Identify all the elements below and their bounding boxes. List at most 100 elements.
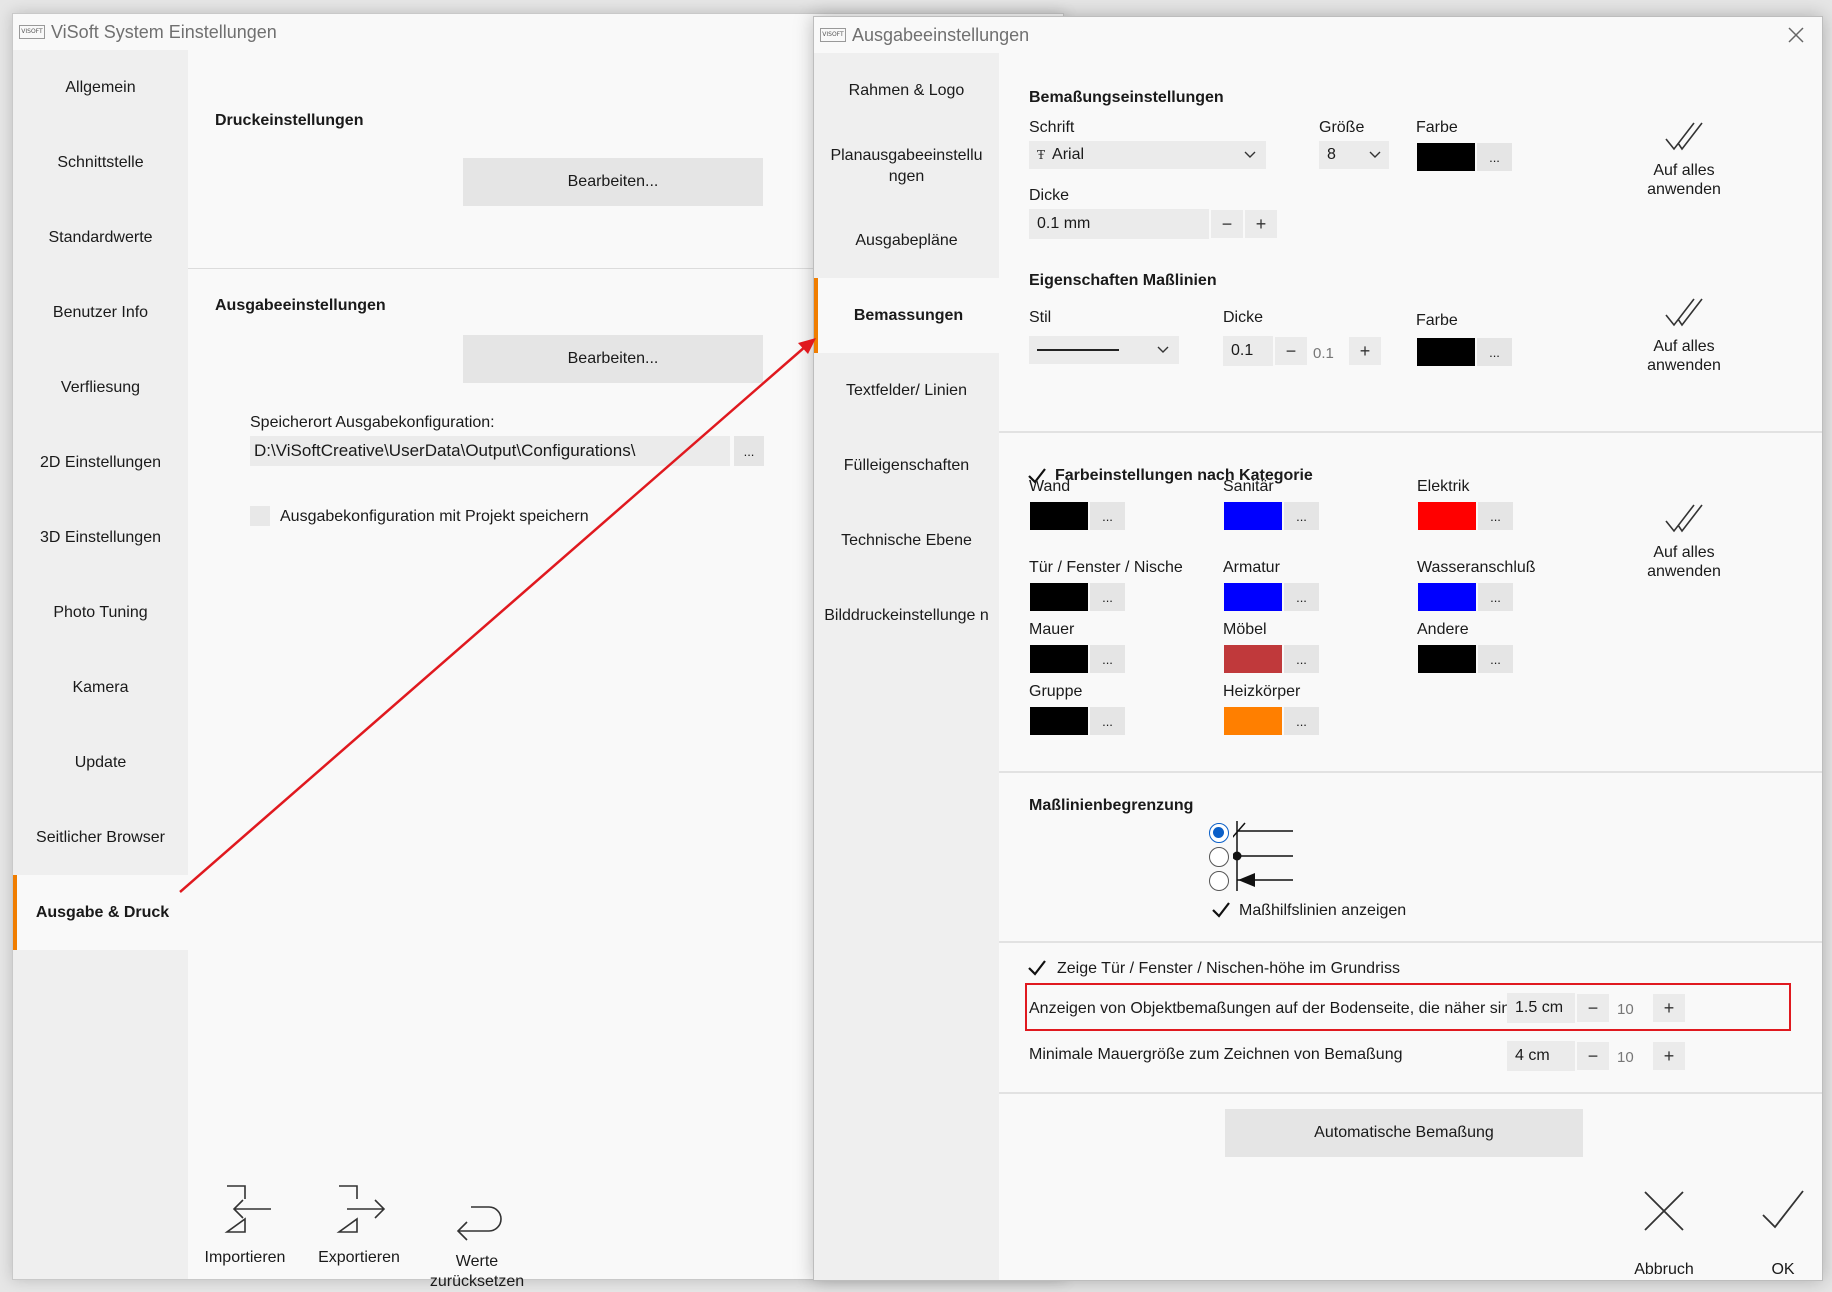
- object-dims-decrement-button[interactable]: −: [1577, 994, 1609, 1022]
- cancel-label: Abbruch: [1634, 1261, 1694, 1278]
- category-color-swatch[interactable]: [1030, 583, 1088, 611]
- divider: [999, 941, 1822, 943]
- category-color-swatch[interactable]: [1418, 502, 1476, 530]
- category-color-more-button[interactable]: ...: [1090, 502, 1125, 530]
- tab-technische-ebene[interactable]: Technische Ebene: [814, 503, 999, 578]
- object-dims-increment-button[interactable]: +: [1653, 994, 1685, 1022]
- category-color-swatch[interactable]: [1030, 645, 1088, 673]
- category-label: Gruppe: [1029, 683, 1083, 700]
- category-label: Heizkörper: [1223, 683, 1301, 700]
- show-height-checkbox[interactable]: [1027, 959, 1047, 977]
- category-color-more-button[interactable]: ...: [1284, 583, 1319, 611]
- apply-all-label-line1: Auf alles: [1653, 338, 1715, 355]
- category-color-more-button[interactable]: ...: [1478, 502, 1513, 530]
- font-select[interactable]: Ŧ Arial: [1029, 141, 1266, 169]
- sidebar-item-benutzer-info[interactable]: Benutzer Info: [13, 275, 188, 350]
- dim-color-more-button[interactable]: ...: [1477, 143, 1512, 171]
- category-color-swatch[interactable]: [1030, 502, 1088, 530]
- path-field[interactable]: D:\ViSoftCreative\UserData\Output\Config…: [250, 436, 730, 466]
- export-button[interactable]: Exportieren: [314, 1183, 404, 1267]
- line-color-swatch[interactable]: [1417, 338, 1475, 366]
- sidebar-item-schnittstelle[interactable]: Schnittstelle: [13, 125, 188, 200]
- category-color-more-button[interactable]: ...: [1090, 645, 1125, 673]
- save-with-project-checkbox[interactable]: [250, 506, 270, 526]
- category-color-swatch[interactable]: [1030, 707, 1088, 735]
- category-label: Tür / Fenster / Nische: [1029, 559, 1183, 576]
- dim-apply-all-button[interactable]: Auf alles anwenden: [1629, 121, 1739, 199]
- line-style-preview: [1037, 349, 1119, 351]
- helper-lines-label: Maßhilfslinien anzeigen: [1239, 902, 1407, 919]
- ok-button[interactable]: OK: [1743, 1189, 1823, 1279]
- reset-button[interactable]: Werte zurücksetzen: [422, 1200, 532, 1292]
- visoft-logo: VISOFT: [820, 28, 846, 42]
- tab-fuelleigenschaften[interactable]: Fülleigenschaften: [814, 428, 999, 503]
- category-color-more-button[interactable]: ...: [1284, 502, 1319, 530]
- import-label: Importieren: [204, 1249, 286, 1266]
- double-check-icon: [1665, 298, 1703, 327]
- output-edit-button[interactable]: Bearbeiten...: [463, 335, 763, 383]
- category-color-more-button[interactable]: ...: [1090, 583, 1125, 611]
- limit-radio-dot[interactable]: [1209, 847, 1229, 867]
- thickness-field[interactable]: 0.1 mm: [1029, 209, 1209, 239]
- categories-apply-all-button[interactable]: Auf alles anwenden: [1629, 503, 1739, 581]
- category-color-swatch[interactable]: [1224, 583, 1282, 611]
- dim-color-swatch[interactable]: [1417, 143, 1475, 171]
- sidebar-item-seitlicher-browser[interactable]: Seitlicher Browser: [13, 800, 188, 875]
- min-wall-increment-button[interactable]: +: [1653, 1042, 1685, 1070]
- sidebar-item-verfliesung[interactable]: Verfliesung: [13, 350, 188, 425]
- category-color-more-button[interactable]: ...: [1478, 645, 1513, 673]
- dialog-sidebar: Rahmen & Logo Planausgabeeinstellu ngen …: [814, 53, 999, 1280]
- tab-bilddruckeinstellungen[interactable]: Bilddruckeinstellunge n: [814, 578, 999, 653]
- category-color-more-button[interactable]: ...: [1090, 707, 1125, 735]
- import-button[interactable]: Importieren: [200, 1183, 290, 1267]
- auto-dimension-button[interactable]: Automatische Bemaßung: [1225, 1109, 1583, 1157]
- line-color-more-button[interactable]: ...: [1477, 338, 1512, 366]
- lines-apply-all-button[interactable]: Auf alles anwenden: [1629, 297, 1739, 375]
- sidebar-item-allgemein[interactable]: Allgemein: [13, 50, 188, 125]
- line-thickness-field[interactable]: 0.1: [1223, 336, 1273, 366]
- category-color-more-button[interactable]: ...: [1284, 645, 1319, 673]
- tab-planausgabeeinstellungen[interactable]: Planausgabeeinstellu ngen: [814, 128, 999, 203]
- tab-bemassungen[interactable]: Bemassungen: [814, 278, 999, 353]
- dim-settings-title: Bemaßungseinstellungen: [1029, 89, 1224, 106]
- category-label: Mauer: [1029, 621, 1075, 638]
- save-with-project-label: Ausgabekonfiguration mit Projekt speiche…: [280, 508, 589, 525]
- object-dims-field[interactable]: 1.5 cm: [1507, 993, 1575, 1023]
- category-color-swatch[interactable]: [1418, 583, 1476, 611]
- limit-radio-tick[interactable]: [1209, 823, 1229, 843]
- sidebar-item-kamera[interactable]: Kamera: [13, 650, 188, 725]
- thickness-decrement-button[interactable]: −: [1211, 210, 1243, 238]
- sidebar-item-3d-einstellungen[interactable]: 3D Einstellungen: [13, 500, 188, 575]
- sidebar-item-ausgabe-druck[interactable]: Ausgabe & Druck: [13, 875, 188, 950]
- path-label: Speicherort Ausgabekonfiguration:: [250, 414, 495, 431]
- thickness-increment-button[interactable]: +: [1245, 210, 1277, 238]
- dialog-titlebar[interactable]: VISOFT Ausgabeeinstellungen: [814, 17, 1822, 53]
- close-icon[interactable]: [1788, 27, 1804, 43]
- helper-lines-checkbox[interactable]: [1211, 901, 1231, 919]
- category-color-swatch[interactable]: [1224, 707, 1282, 735]
- min-wall-field[interactable]: 4 cm: [1507, 1041, 1575, 1071]
- size-select[interactable]: 8: [1319, 141, 1389, 169]
- tab-rahmen-logo[interactable]: Rahmen & Logo: [814, 53, 999, 128]
- category-color-swatch[interactable]: [1418, 645, 1476, 673]
- min-wall-decrement-button[interactable]: −: [1577, 1042, 1609, 1070]
- sidebar-item-update[interactable]: Update: [13, 725, 188, 800]
- export-icon: [336, 1185, 386, 1233]
- print-edit-button[interactable]: Bearbeiten...: [463, 158, 763, 206]
- line-style-select[interactable]: [1029, 336, 1179, 364]
- cancel-button[interactable]: Abbruch: [1609, 1189, 1719, 1279]
- line-thickness-decrement-button[interactable]: −: [1275, 337, 1307, 365]
- size-value: 8: [1327, 146, 1336, 163]
- path-browse-button[interactable]: ...: [734, 436, 764, 466]
- sidebar-item-standardwerte[interactable]: Standardwerte: [13, 200, 188, 275]
- category-color-more-button[interactable]: ...: [1284, 707, 1319, 735]
- tab-ausgabeplaene[interactable]: Ausgabepläne: [814, 203, 999, 278]
- category-color-swatch[interactable]: [1224, 502, 1282, 530]
- category-color-swatch[interactable]: [1224, 645, 1282, 673]
- line-thickness-increment-button[interactable]: +: [1349, 337, 1381, 365]
- sidebar-item-photo-tuning[interactable]: Photo Tuning: [13, 575, 188, 650]
- sidebar-item-2d-einstellungen[interactable]: 2D Einstellungen: [13, 425, 188, 500]
- category-color-more-button[interactable]: ...: [1478, 583, 1513, 611]
- limit-radio-arrow[interactable]: [1209, 871, 1229, 891]
- tab-textfelder-linien[interactable]: Textfelder/ Linien: [814, 353, 999, 428]
